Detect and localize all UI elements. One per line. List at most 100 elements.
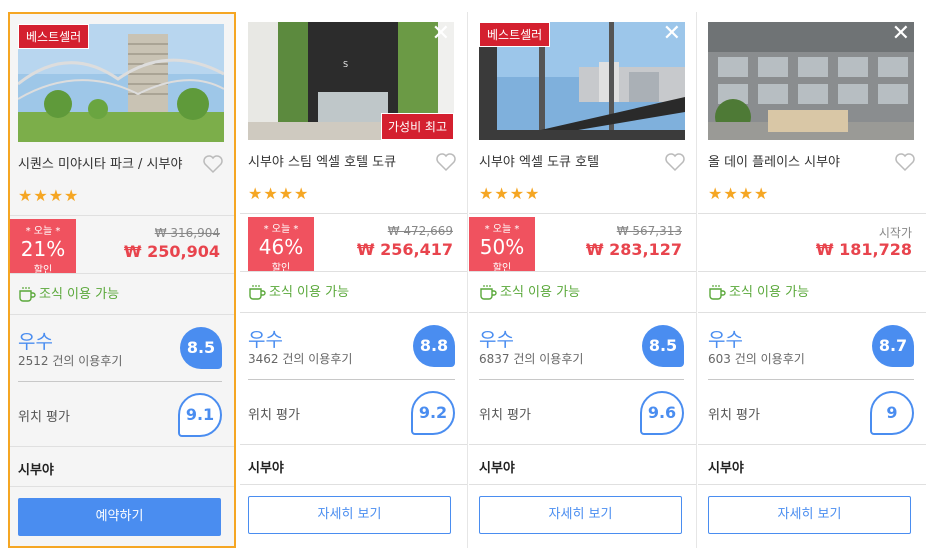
details-button[interactable]: 자세히 보기	[479, 496, 682, 534]
location-rating-label: 위치 평가	[479, 408, 531, 423]
divider	[698, 312, 926, 313]
details-button[interactable]: 자세히 보기	[708, 496, 911, 534]
heart-icon[interactable]	[664, 152, 686, 176]
divider	[479, 379, 684, 380]
best-value-badge: 가성비 최고	[380, 113, 454, 140]
hotel-photo[interactable]: S ✕ 가성비 최고	[248, 22, 454, 140]
divider	[698, 271, 926, 272]
breakfast-info: 조식 이용 가능	[479, 281, 580, 300]
price[interactable]: ₩ 256,417	[357, 240, 453, 259]
divider	[18, 381, 222, 382]
breakfast-label: 조식 이용 가능	[500, 285, 581, 300]
divider	[469, 312, 696, 313]
coffee-cup-icon	[709, 285, 726, 300]
review-count[interactable]: 2512 건의 이용후기	[18, 352, 122, 369]
divider	[698, 444, 926, 445]
hotel-name[interactable]: 시퀀스 미야시타 파크 / 시부야	[18, 153, 182, 172]
hotel-card[interactable]: ✕ 올 데이 플레이스 시부야 ★★★★ 시작가 ₩ 181,728 조식 이용…	[698, 12, 926, 548]
divider	[240, 444, 467, 445]
divider	[240, 213, 467, 214]
price[interactable]: ₩ 250,904	[124, 242, 220, 261]
divider	[240, 484, 467, 485]
breakfast-info: 조식 이용 가능	[18, 283, 119, 302]
discount-badge: * 오늘 * 21% 할인	[10, 219, 76, 276]
hotel-photo[interactable]: 베스트셀러 ✕	[479, 22, 685, 140]
review-count[interactable]: 6837 건의 이용후기	[479, 350, 583, 367]
price[interactable]: ₩ 283,127	[586, 240, 682, 259]
divider	[240, 271, 467, 272]
hotel-name[interactable]: 시부야 스팀 엑셀 호텔 도큐	[248, 151, 396, 170]
discount-percent: 21%	[20, 237, 66, 261]
discount-today: * 오늘 *	[484, 224, 520, 235]
divider	[10, 273, 234, 274]
divider	[10, 446, 234, 447]
discount-percent: 46%	[258, 235, 304, 259]
divider	[10, 314, 234, 315]
close-icon[interactable]: ✕	[432, 22, 450, 46]
best-seller-badge: 베스트셀러	[479, 22, 551, 47]
discount-badge: * 오늘 * 46% 할인	[248, 217, 314, 274]
coffee-cup-icon	[19, 287, 36, 302]
divider	[469, 444, 696, 445]
divider	[469, 271, 696, 272]
hotel-name[interactable]: 올 데이 플레이스 시부야	[708, 151, 840, 170]
hotel-card[interactable]: 베스트셀러 ✕ 시부야 엑셀 도큐 호텔 ★★★★ * 오늘 * 50% 할인 …	[469, 12, 697, 548]
location-score: 9	[870, 391, 914, 435]
discount-today: * 오늘 *	[263, 224, 299, 235]
star-rating: ★★★★	[248, 184, 310, 203]
hotel-card[interactable]: 베스트셀러 시퀀스 미야시타 파크 / 시부야 ★★★★ * 오늘 * 21% …	[8, 12, 236, 548]
review-score: 8.5	[642, 325, 684, 367]
hotel-photo-image	[708, 22, 914, 140]
divider	[698, 484, 926, 485]
divider	[469, 213, 696, 214]
area-name: 시부야	[479, 461, 515, 476]
discount-today: * 오늘 *	[25, 226, 61, 237]
location-rating-label: 위치 평가	[248, 408, 300, 423]
hotel-photo[interactable]: 베스트셀러	[18, 24, 224, 142]
divider	[240, 312, 467, 313]
coffee-cup-icon	[249, 285, 266, 300]
original-price: ₩ 567,313	[616, 224, 682, 238]
details-button[interactable]: 자세히 보기	[248, 496, 451, 534]
review-score: 8.7	[872, 325, 914, 367]
divider	[10, 215, 234, 216]
review-grade: 우수	[248, 329, 283, 351]
area-name: 시부야	[248, 461, 284, 476]
review-grade: 우수	[18, 331, 53, 353]
close-icon[interactable]: ✕	[663, 22, 681, 46]
star-rating: ★★★★	[479, 184, 541, 203]
star-rating: ★★★★	[708, 184, 770, 203]
divider	[10, 486, 234, 487]
heart-icon[interactable]	[435, 152, 457, 176]
heart-icon[interactable]	[894, 152, 916, 176]
breakfast-label: 조식 이용 가능	[269, 285, 350, 300]
best-seller-badge: 베스트셀러	[18, 24, 90, 49]
close-icon[interactable]: ✕	[892, 22, 910, 46]
price-from-label: 시작가	[878, 226, 912, 240]
location-score: 9.6	[640, 391, 684, 435]
divider	[698, 213, 926, 214]
area-name: 시부야	[18, 463, 54, 478]
star-rating: ★★★★	[18, 186, 80, 205]
divider	[708, 379, 914, 380]
original-price: ₩ 472,669	[387, 224, 453, 238]
breakfast-label: 조식 이용 가능	[729, 285, 810, 300]
location-score: 9.2	[411, 391, 455, 435]
review-count[interactable]: 603 건의 이용후기	[708, 350, 805, 367]
divider	[248, 379, 455, 380]
discount-badge: * 오늘 * 50% 할인	[469, 217, 535, 274]
review-count[interactable]: 3462 건의 이용후기	[248, 350, 352, 367]
coffee-cup-icon	[480, 285, 497, 300]
hotel-name[interactable]: 시부야 엑셀 도큐 호텔	[479, 151, 599, 170]
heart-icon[interactable]	[202, 154, 224, 178]
price[interactable]: ₩ 181,728	[816, 240, 912, 259]
location-score: 9.1	[178, 393, 222, 437]
breakfast-info: 조식 이용 가능	[248, 281, 349, 300]
svg-text:S: S	[343, 60, 348, 69]
divider	[469, 484, 696, 485]
book-button[interactable]: 예약하기	[18, 498, 221, 536]
hotel-photo[interactable]: ✕	[708, 22, 914, 140]
location-rating-label: 위치 평가	[18, 410, 70, 425]
discount-percent: 50%	[479, 235, 525, 259]
hotel-card[interactable]: S ✕ 가성비 최고 시부야 스팀 엑셀 호텔 도큐 ★★★★ * 오늘 * 4…	[240, 12, 468, 548]
